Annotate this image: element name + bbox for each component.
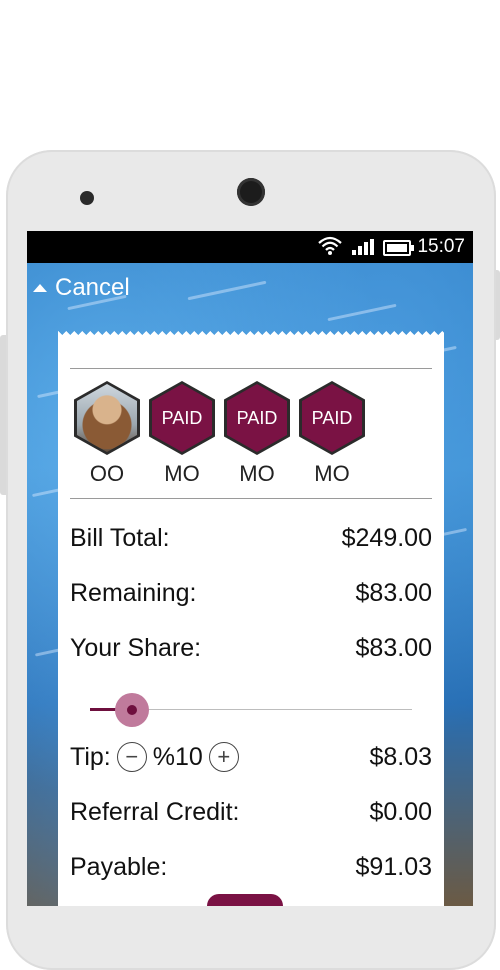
minus-icon: − (125, 744, 139, 769)
cancel-label: Cancel (55, 274, 130, 301)
tip-increase-button[interactable]: + (208, 742, 239, 772)
your-share-label: Your Share: (70, 633, 202, 662)
app-screen: 15:07 Cancel OO PAID MO PAID MO PAID MO (27, 231, 473, 906)
bill-receipt-card: OO PAID MO PAID MO PAID MO Bill Total: $… (58, 331, 444, 906)
participant-initials: MO (239, 461, 275, 486)
tip-decrease-button[interactable]: − (116, 742, 147, 772)
participant-avatar[interactable]: PAID MO (147, 381, 217, 487)
participant-avatar[interactable]: PAID MO (297, 381, 367, 487)
paid-badge: PAID (152, 384, 212, 452)
tip-percent: %10 (152, 742, 203, 771)
participant-avatar[interactable]: PAID MO (222, 381, 292, 487)
bill-total-label: Bill Total: (70, 523, 170, 552)
plus-icon: + (217, 744, 231, 769)
participants-row: OO PAID MO PAID MO PAID MO (72, 381, 432, 491)
slider-thumb[interactable] (127, 705, 137, 715)
referral-credit-value: $0.00 (369, 797, 432, 826)
status-time: 15:07 (417, 236, 465, 257)
participant-initials: MO (164, 461, 200, 486)
tip-row: Tip: − %10 + $8.03 (70, 739, 432, 775)
remaining-label: Remaining: (70, 578, 197, 607)
payable-label: Payable: (70, 852, 168, 881)
payable-value: $91.03 (355, 852, 432, 881)
bill-total-row: Bill Total: $249.00 (70, 520, 432, 556)
front-camera (237, 178, 265, 206)
share-slider[interactable] (90, 693, 412, 727)
referral-credit-label: Referral Credit: (70, 797, 240, 826)
tip-label: Tip: (70, 742, 111, 771)
participant-initials: MO (314, 461, 350, 486)
paid-badge: PAID (227, 384, 287, 452)
your-share-row: Your Share: $83.00 (70, 630, 432, 666)
referral-credit-row: Referral Credit: $0.00 (70, 794, 432, 830)
remaining-value: $83.00 (355, 578, 432, 607)
caret-up-icon (33, 284, 47, 292)
status-bar: 15:07 (27, 231, 473, 263)
participant-avatar[interactable]: OO (72, 381, 142, 487)
bill-total-value: $249.00 (341, 523, 432, 552)
payable-row: Payable: $91.03 (70, 849, 432, 885)
pay-button-peek[interactable] (207, 894, 283, 906)
wifi-icon (318, 236, 342, 255)
user-photo (77, 384, 137, 452)
divider (70, 368, 432, 369)
paid-badge: PAID (302, 384, 362, 452)
proximity-sensor (80, 191, 94, 205)
divider (70, 498, 432, 499)
remaining-row: Remaining: $83.00 (70, 575, 432, 611)
tip-value: $8.03 (369, 742, 432, 771)
signal-icon (352, 239, 374, 255)
battery-icon (383, 240, 414, 256)
cancel-button[interactable]: Cancel (33, 271, 130, 305)
participant-initials: OO (89, 461, 125, 486)
your-share-value: $83.00 (355, 633, 432, 662)
